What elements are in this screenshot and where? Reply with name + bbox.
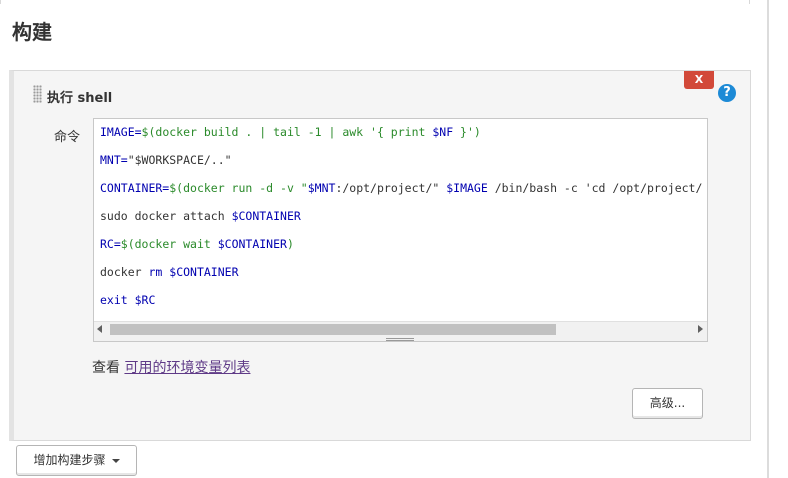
code-token: docker [100,265,149,279]
code-line[interactable]: MNT="$WORKSPACE/.." [100,153,232,167]
help-icon[interactable]: ? [718,84,736,102]
delete-step-button[interactable]: X [684,71,714,89]
build-step-panel: 执行 shell X ? 命令 IMAGE=$(docker build . |… [9,70,751,441]
code-token: MNT= [100,153,128,167]
code-token: $(docker wait [120,237,218,251]
code-line[interactable]: exit $RC [100,293,155,307]
advanced-button[interactable]: 高级... [632,388,703,419]
add-build-step-button[interactable]: 增加构建步骤 [16,445,137,476]
code-token: sudo docker attach [100,209,232,223]
scrollbar-thumb[interactable] [110,324,556,335]
editor-resize-handle[interactable] [94,337,707,341]
code-token: $CONTAINER [217,237,287,251]
code-token: IMAGE= [100,125,142,139]
drag-handle-icon[interactable] [33,85,42,103]
previous-section-border [0,0,750,4]
command-editor[interactable]: IMAGE=$(docker build . | tail -1 | awk '… [93,118,708,342]
code-token: ) [286,237,294,251]
code-token: $NF [432,125,454,139]
command-label: 命令 [54,130,81,145]
code-token: /bin/bash -c 'cd /opt/project/ [487,181,703,195]
horizontal-scrollbar[interactable] [94,321,707,337]
code-token: :/opt/project/" [335,181,447,195]
code-token: $MNT [307,181,336,195]
code-line[interactable]: docker rm $CONTAINER [100,265,239,279]
scroll-left-icon[interactable] [97,325,102,333]
code-token: $CONTAINER [231,209,301,223]
grip-lines-icon [386,338,414,341]
env-vars-link[interactable]: 可用的环境变量列表 [124,360,250,376]
code-token: RC= [100,237,121,251]
section-title: 构建 [12,20,52,44]
code-token: "$WORKSPACE/.." [127,153,232,167]
code-token: $CONTAINER [169,265,239,279]
code-token: $(docker build . | tail -1 | awk '{ prin… [141,125,433,139]
code-line[interactable]: CONTAINER=$(docker run -d -v "$MNT:/opt/… [100,181,702,195]
code-token: $(docker run -d -v " [169,181,308,195]
code-line[interactable]: IMAGE=$(docker build . | tail -1 | awk '… [100,125,481,139]
code-token: $IMAGE [446,181,488,195]
code-token: CONTAINER= [100,181,170,195]
env-prefix: 查看 [92,360,125,376]
code-line[interactable]: RC=$(docker wait $CONTAINER) [100,237,294,251]
code-token: rm [148,265,163,279]
env-vars-line: 查看 可用的环境变量列表 [92,357,250,377]
chevron-down-icon [111,458,120,463]
add-step-label: 增加构建步骤 [33,453,106,467]
code-token: exit [100,293,135,307]
page-right-border [767,0,769,478]
step-title: 执行 shell [47,91,113,106]
code-token: }') [453,125,481,139]
code-line[interactable]: sudo docker attach $CONTAINER [100,209,301,223]
scroll-right-icon[interactable] [698,325,703,333]
code-token: $RC [134,293,156,307]
